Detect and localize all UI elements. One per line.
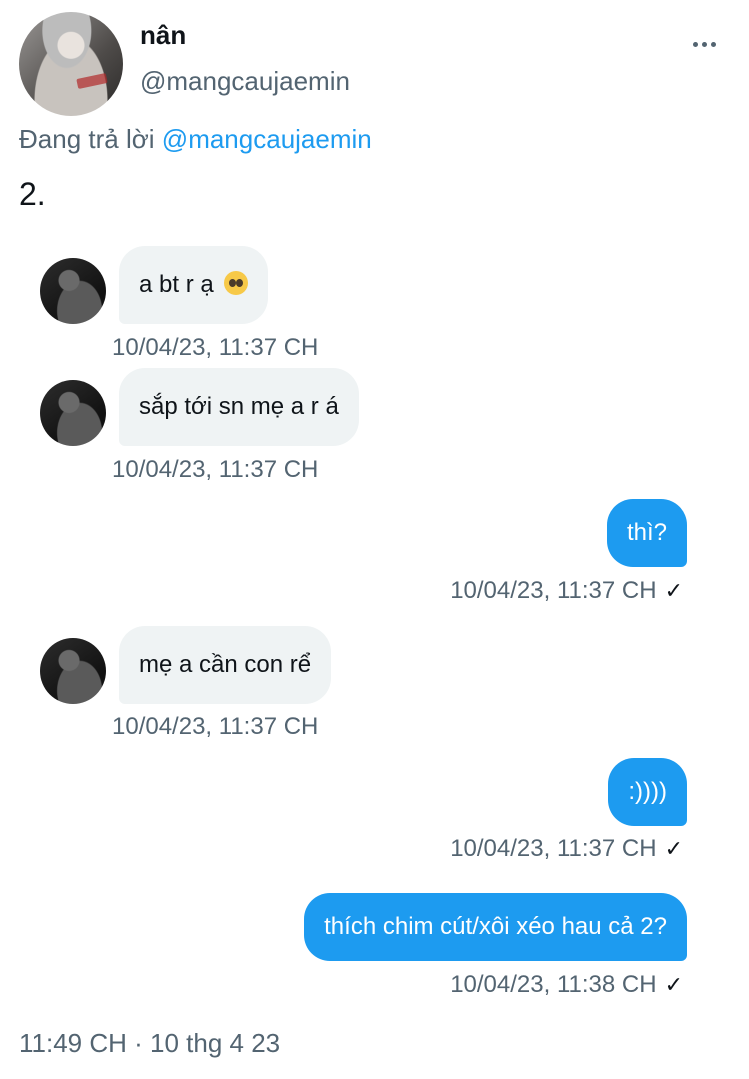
message-time: 10/04/23, 11:37 CH bbox=[450, 835, 657, 862]
seen-check-icon: ✓ bbox=[664, 972, 683, 997]
author-avatar[interactable] bbox=[19, 12, 123, 116]
message-timestamp: 10/04/23, 11:38 CH ✓ bbox=[450, 971, 683, 999]
message-time: 10/04/23, 11:37 CH bbox=[450, 577, 657, 604]
message-timestamp: 10/04/23, 11:37 CH ✓ bbox=[450, 577, 683, 605]
message-timestamp: 10/04/23, 11:37 CH bbox=[112, 456, 319, 483]
replying-to-mention[interactable]: @mangcaujaemin bbox=[162, 124, 372, 154]
contact-avatar bbox=[40, 638, 106, 704]
message-timestamp: 10/04/23, 11:37 CH bbox=[112, 334, 319, 361]
message-text: sắp tới sn mẹ a r á bbox=[139, 393, 339, 420]
message-timestamp: 10/04/23, 11:37 CH bbox=[112, 713, 319, 740]
pleading-face-emoji-icon bbox=[224, 270, 249, 295]
message-bubble-outgoing: thì? bbox=[606, 499, 687, 567]
contact-avatar bbox=[40, 380, 106, 446]
message-timestamp: 10/04/23, 11:37 CH ✓ bbox=[450, 835, 683, 863]
message-text: thì? bbox=[626, 519, 667, 546]
replying-to: Đang trả lời @mangcaujaemin bbox=[19, 124, 372, 155]
more-horizontal-icon[interactable] bbox=[693, 34, 723, 54]
author-display-name[interactable]: nân bbox=[140, 20, 186, 51]
message-bubble-outgoing: :)))) bbox=[608, 758, 687, 826]
seen-check-icon: ✓ bbox=[664, 836, 683, 861]
author-handle[interactable]: @mangcaujaemin bbox=[140, 66, 350, 97]
tweet-text: 2. bbox=[19, 176, 46, 212]
message-time: 10/04/23, 11:38 CH bbox=[450, 971, 657, 998]
message-bubble-incoming: a bt r ạ bbox=[119, 246, 269, 324]
tweet-timestamp[interactable]: 11:49 CH · 10 thg 4 23 bbox=[19, 1028, 280, 1059]
message-bubble-outgoing: thích chim cút/xôi xéo hau cả 2? bbox=[304, 893, 687, 961]
message-bubble-incoming: mẹ a cần con rể bbox=[119, 626, 332, 704]
message-text: thích chim cút/xôi xéo hau cả 2? bbox=[324, 913, 667, 940]
replying-to-label: Đang trả lời bbox=[19, 124, 155, 154]
message-text: mẹ a cần con rể bbox=[139, 651, 312, 678]
message-text: a bt r ạ bbox=[139, 271, 214, 298]
message-text: :)))) bbox=[628, 778, 667, 805]
message-bubble-incoming: sắp tới sn mẹ a r á bbox=[119, 368, 359, 446]
avatar-detail bbox=[76, 72, 108, 90]
seen-check-icon: ✓ bbox=[664, 578, 683, 603]
contact-avatar bbox=[40, 258, 106, 324]
